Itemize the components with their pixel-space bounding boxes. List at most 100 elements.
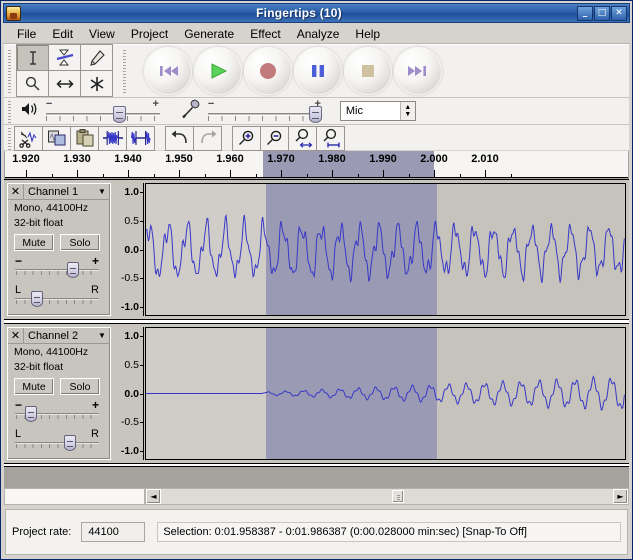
track-close-button[interactable]: ✕ [8, 184, 24, 199]
edit-toolbar-row [4, 124, 629, 151]
zoom-tool-button[interactable] [16, 70, 49, 97]
track-mute-button[interactable]: Mute [14, 234, 54, 251]
waveform-display-1[interactable] [145, 183, 626, 316]
skip-to-start-button[interactable] [144, 47, 192, 95]
pause-button[interactable] [294, 47, 342, 95]
input-volume-ticks [208, 116, 322, 121]
vertical-ruler-label: -1.0 [121, 445, 139, 457]
record-button[interactable] [244, 47, 292, 95]
cut-button[interactable] [14, 126, 43, 151]
title-bar: Fingertips (10) _ □ ✕ [3, 3, 630, 23]
trim-outside-selection-button[interactable] [98, 126, 127, 151]
input-volume-thumb[interactable] [309, 106, 322, 123]
play-button[interactable] [194, 47, 242, 95]
track-mute-solo-group: Mute Solo [8, 374, 110, 395]
output-volume-ticks [46, 116, 160, 121]
track-1: ✕Channel 1▼Mono, 44100Hz32-bit floatMute… [4, 179, 629, 320]
undo-button[interactable] [165, 126, 194, 151]
output-volume-slider[interactable]: − + [44, 99, 162, 123]
copy-button[interactable] [42, 126, 71, 151]
track-format-line-2: 32-bit float [8, 359, 110, 374]
track-menu-chevron-down-icon[interactable]: ▼ [94, 331, 110, 340]
scrollbar-thumb[interactable] [392, 490, 404, 503]
vertical-ruler-label: 1.0 [124, 330, 139, 342]
track-solo-button[interactable]: Solo [60, 234, 100, 251]
multi-tool-button[interactable] [80, 70, 113, 97]
vertical-ruler-label: -0.5 [121, 272, 139, 284]
horizontal-scrollbar[interactable]: ◄ ► [145, 488, 629, 505]
input-volume-slider[interactable]: − + [206, 99, 324, 123]
scroll-left-arrow-icon[interactable]: ◄ [146, 489, 161, 504]
pan-slider-ticks [16, 444, 98, 448]
envelope-tool-button[interactable] [48, 44, 81, 71]
window-title: Fingertips (10) [21, 6, 577, 20]
timeshift-tool-button[interactable] [48, 70, 81, 97]
ruler-label: 1.950 [165, 153, 193, 165]
toolbar-region: − + − + [4, 44, 629, 150]
track-close-button[interactable]: ✕ [8, 328, 24, 343]
paste-button[interactable] [70, 126, 99, 151]
vertical-ruler-label: 0.5 [124, 359, 139, 371]
gain-slider-thumb[interactable] [25, 406, 37, 422]
track-name-label: Channel 1 [24, 186, 94, 198]
fit-selection-button[interactable] [288, 126, 317, 151]
edit-toolbar [15, 126, 345, 151]
pan-slider-thumb[interactable] [31, 291, 43, 307]
silence-selection-button[interactable] [126, 126, 155, 151]
menu-bar: FileEditViewProjectGenerateEffectAnalyze… [3, 24, 630, 44]
mixer-toolbar-grip[interactable] [6, 99, 13, 122]
track-name-label: Channel 2 [24, 330, 94, 342]
vertical-ruler-label: -0.5 [121, 416, 139, 428]
pan-slider-thumb[interactable] [64, 435, 76, 451]
tools-toolbar-grip[interactable] [6, 48, 13, 95]
track-gain-slider[interactable]: −+ [15, 400, 99, 424]
track-mute-button[interactable]: Mute [14, 378, 54, 395]
speaker-icon [21, 101, 40, 122]
output-volume-thumb[interactable] [113, 106, 126, 123]
fit-project-button[interactable] [316, 126, 345, 151]
edit-toolbar-grip[interactable] [6, 126, 13, 149]
input-source-combo[interactable]: Mic ▲ ▼ [340, 101, 416, 121]
close-button[interactable]: ✕ [611, 6, 627, 21]
menu-item-help[interactable]: Help [347, 25, 388, 43]
control-toolbar-grip[interactable] [121, 48, 128, 95]
waveform-svg-1 [146, 184, 625, 315]
menu-item-edit[interactable]: Edit [44, 25, 81, 43]
track-menu-chevron-down-icon[interactable]: ▼ [94, 187, 110, 196]
timeline-ruler[interactable]: 1.9201.9301.9401.9501.9601.9701.9801.990… [4, 151, 629, 179]
output-volume-plus-label: + [152, 98, 158, 110]
scroll-right-arrow-icon[interactable]: ► [613, 489, 628, 504]
input-source-spinner[interactable]: ▲ ▼ [400, 102, 415, 120]
mixer-toolbar-row: − + − + [4, 97, 629, 124]
draw-tool-button[interactable] [80, 44, 113, 71]
vertical-ruler-2: 1.00.50.0-0.5-1.0 [113, 327, 144, 460]
redo-button[interactable] [193, 126, 222, 151]
zoom-out-button[interactable] [260, 126, 289, 151]
menu-item-file[interactable]: File [9, 25, 44, 43]
gain-plus-label: + [92, 398, 99, 412]
minimize-button[interactable]: _ [577, 6, 593, 21]
track-solo-button[interactable]: Solo [60, 378, 100, 395]
track-pan-slider[interactable]: LR [15, 285, 99, 309]
track-area: ✕Channel 1▼Mono, 44100Hz32-bit floatMute… [4, 179, 629, 484]
menu-item-generate[interactable]: Generate [176, 25, 242, 43]
skip-to-end-button[interactable] [394, 47, 442, 95]
project-rate-value[interactable]: 44100 [81, 522, 145, 542]
track-pan-slider[interactable]: LR [15, 429, 99, 453]
vertical-ruler-1: 1.00.50.0-0.5-1.0 [113, 183, 144, 316]
output-volume-minus-label: − [46, 98, 52, 110]
mixer-toolbar: − + − + [15, 99, 629, 124]
menu-item-effect[interactable]: Effect [242, 25, 288, 43]
selection-tool-button[interactable] [16, 44, 49, 71]
menu-item-project[interactable]: Project [123, 25, 176, 43]
menu-item-analyze[interactable]: Analyze [289, 25, 348, 43]
stop-button[interactable] [344, 47, 392, 95]
microphone-icon [180, 99, 202, 124]
gain-slider-thumb[interactable] [67, 262, 79, 278]
waveform-display-2[interactable] [145, 327, 626, 460]
track-gain-slider[interactable]: −+ [15, 256, 99, 280]
zoom-in-button[interactable] [232, 126, 261, 151]
ruler-baseline [5, 177, 628, 178]
menu-item-view[interactable]: View [81, 25, 123, 43]
maximize-button[interactable]: □ [594, 6, 610, 21]
